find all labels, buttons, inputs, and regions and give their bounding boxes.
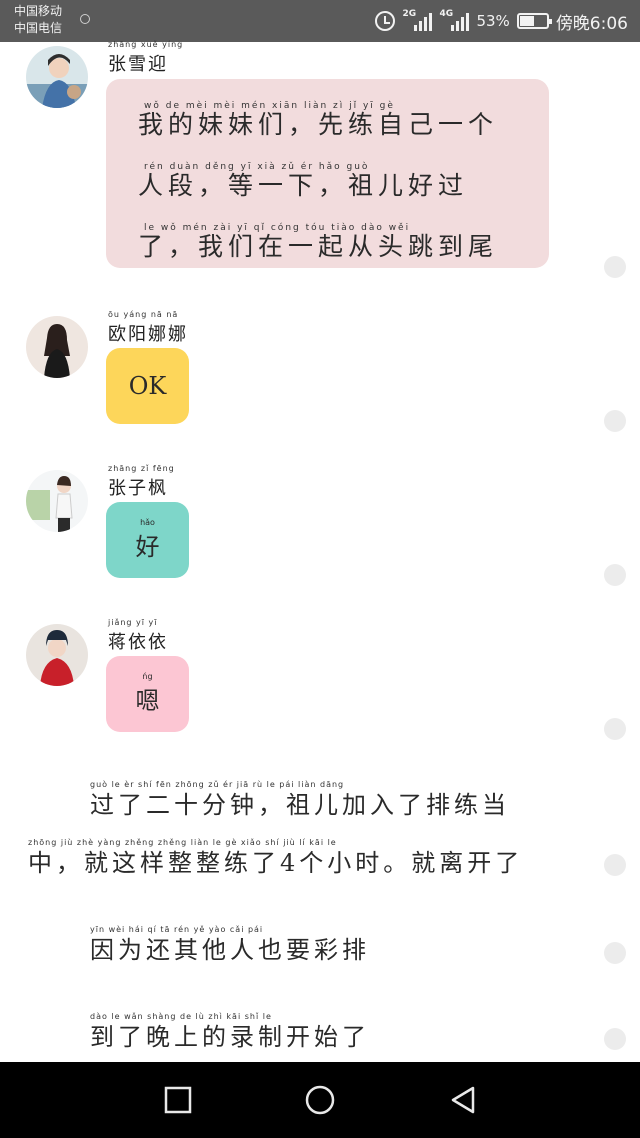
alarm-icon [375,11,396,31]
message-text: 嗯 [135,687,160,715]
message-bubble[interactable]: wǒ de mèi mèi mén xiān liàn zì jǐ yī gè … [106,79,549,268]
message-status-dot [604,410,626,432]
square-icon [164,1086,192,1114]
message-bubble[interactable]: ńg 嗯 [106,656,189,732]
message-line: le wǒ mén zài yī qǐ cóng tóu tiào dào wě… [138,223,499,261]
sender-name: ōu yáng nā nā 欧阳娜娜 [108,310,188,345]
avatar-ouyang-nana[interactable] [26,316,88,378]
message-status-dot [604,256,626,278]
signal-4g-icon: 4G [439,9,470,31]
carrier-2-label: 中国电信 [14,21,63,35]
signal-2g-icon: 2G [402,9,433,31]
message-text: OK [128,372,167,400]
message-status-dot [604,942,626,964]
avatar-zhang-zifeng[interactable] [26,470,88,532]
battery-percent: 53% [476,12,510,30]
message-pinyin: ńg [142,672,153,681]
message-line: rén duàn děng yī xià zǔ ér hǎo guò 人段，等一… [138,162,469,200]
navigation-bar [0,1062,640,1138]
status-bar: 中国移动 中国电信 2G 4G 53% 傍晚6:06 [0,0,640,42]
avatar-jiang-yiyi[interactable] [26,624,88,686]
back-triangle-icon [451,1086,475,1114]
message-bubble[interactable]: hǎo 好 [106,502,189,578]
narration-line: guò le èr shí fēn zhōng zǔ ér jiā rù le … [90,780,510,819]
message-status-dot [604,1028,626,1050]
back-button[interactable] [447,1084,479,1116]
battery-icon [516,13,552,29]
message-line: wǒ de mèi mèi mén xiān liàn zì jǐ yī gè … [138,101,499,139]
home-button[interactable] [304,1084,336,1116]
circle-icon [305,1085,335,1115]
message-status-dot [604,564,626,586]
recent-apps-button[interactable] [162,1084,194,1116]
hd-call-icon [80,14,90,24]
narration-line: dào le wǎn shàng de lù zhì kāi shǐ le 到了… [90,1012,370,1051]
message-status-dot [604,854,626,876]
avatar-zhang-xueying[interactable] [26,46,88,108]
sender-name: jiǎng yī yī 蒋依依 [108,618,168,653]
carrier-1-label: 中国移动 [14,4,63,18]
sender-name: zhāng zǐ fēng 张子枫 [108,464,175,499]
narration-line: zhōng jiù zhè yàng zhěng zhěng liàn le g… [28,838,524,877]
sender-name: zhāng xuě yíng 张雪迎 [108,40,184,75]
clock: 傍晚6:06 [555,13,628,34]
narration-line: yīn wèi hái qí tā rén yě yào cǎi pái 因为还… [90,925,370,964]
message-pinyin: hǎo [140,518,155,527]
message-text: 好 [135,533,160,561]
message-bubble[interactable]: OK [106,348,189,424]
message-status-dot [604,718,626,740]
